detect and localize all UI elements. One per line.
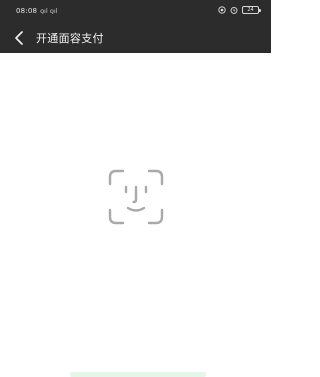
- bottom-action-bar[interactable]: [70, 372, 206, 377]
- face-pay-screen: 08:08 ꞯıl ꞯıl 24 开通面容支付: [0, 0, 271, 377]
- nav-bar: 开通面容支付: [0, 25, 271, 51]
- face-id-icon: [106, 167, 166, 227]
- signal-strength: ꞯıl ꞯıl: [40, 8, 58, 15]
- status-time: 08:08: [16, 7, 38, 15]
- alarm-icon: [230, 6, 238, 14]
- top-bar: 08:08 ꞯıl ꞯıl 24 开通面容支付: [0, 0, 271, 53]
- status-left: 08:08 ꞯıl ꞯıl: [16, 7, 58, 15]
- page-title: 开通面容支付: [36, 32, 104, 45]
- status-right: 24: [218, 6, 261, 14]
- location-icon: [218, 6, 226, 14]
- chevron-left-icon: [15, 31, 23, 45]
- back-button[interactable]: [6, 25, 32, 51]
- battery-indicator: 24: [242, 6, 261, 14]
- status-bar: 08:08 ꞯıl ꞯıl 24: [0, 0, 271, 22]
